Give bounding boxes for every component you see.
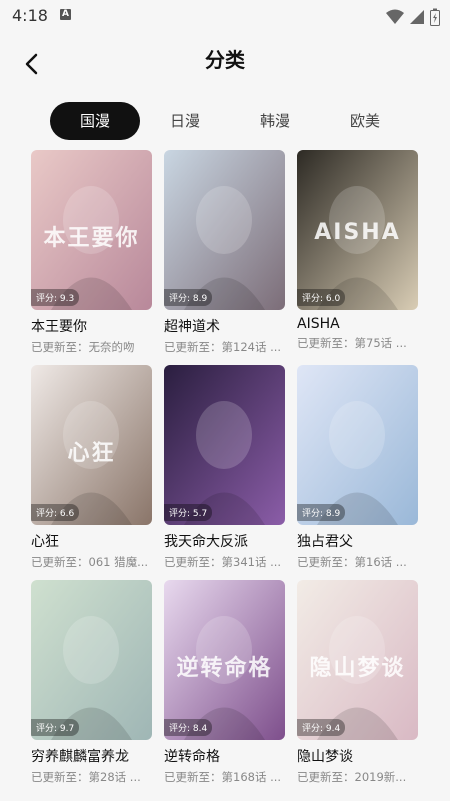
- cover-art: [164, 365, 285, 525]
- status-time: 4:18: [12, 6, 48, 25]
- comic-cover[interactable]: 评分: 8.9: [297, 365, 418, 525]
- comic-title[interactable]: 超神道术: [164, 316, 285, 336]
- cover-art: [31, 580, 152, 740]
- comic-title[interactable]: 隐山梦谈: [297, 746, 418, 766]
- comic-title[interactable]: 逆转命格: [164, 746, 285, 766]
- header: 分类: [0, 32, 450, 92]
- signal-icon: [409, 9, 424, 24]
- update-status: 已更新至：第28话 ...: [31, 770, 141, 784]
- tab-hanman[interactable]: 韩漫: [245, 102, 305, 140]
- rating-badge: 评分: 5.7: [164, 504, 213, 521]
- rating-badge: 评分: 6.0: [297, 289, 346, 306]
- comic-cover[interactable]: 逆转命格评分: 8.4: [164, 580, 285, 740]
- cover-title-text: 心狂: [67, 441, 116, 466]
- category-tabs: 国漫 日漫 韩漫 欧美: [0, 102, 450, 140]
- rating-badge: 评分: 6.6: [31, 504, 80, 521]
- comic-card[interactable]: 评分: 8.9 独占君父已更新至：第16话 ...: [297, 365, 418, 570]
- rating-badge: 评分: 9.4: [297, 719, 346, 736]
- update-status: 已更新至：第16话 ...: [297, 555, 407, 569]
- comic-cover[interactable]: 评分: 5.7: [164, 365, 285, 525]
- cover-art: [297, 365, 418, 525]
- wifi-icon: [385, 9, 404, 24]
- rating-badge: 评分: 8.9: [297, 504, 346, 521]
- comic-title[interactable]: 独占君父: [297, 531, 418, 551]
- cover-title-text: 逆转命格: [176, 656, 273, 681]
- cover-title-text: 本王要你: [43, 226, 140, 251]
- page-title: 分类: [205, 48, 245, 72]
- update-status: 已更新至：2019新...: [297, 770, 407, 784]
- comic-grid: 本王要你 评分: 9.3 本王要你 已更新至：无奈的吻 评分: 8.9 超神道术 已更新至：…: [0, 150, 450, 801]
- cover-title-text: 隐山梦谈: [309, 656, 406, 681]
- comic-title[interactable]: 心狂: [31, 531, 152, 551]
- tab-riman[interactable]: 日漫: [155, 102, 215, 140]
- comic-card[interactable]: AISHA 评分: 6.0 AISHA 已更新至：第75话 ...: [297, 150, 418, 351]
- update-status: 已更新至：第75话 ...: [297, 336, 407, 350]
- comic-cover[interactable]: 隐山梦谈评分: 9.4: [297, 580, 418, 740]
- comic-cover[interactable]: AISHA 评分: 6.0: [297, 150, 418, 310]
- comic-title[interactable]: 我天命大反派: [164, 531, 285, 551]
- status-icons: [385, 6, 440, 26]
- comic-card[interactable]: 本王要你 评分: 9.3 本王要你 已更新至：无奈的吻: [31, 150, 152, 355]
- comic-title[interactable]: AISHA: [297, 316, 418, 332]
- rating-badge: 评分: 9.7: [31, 719, 80, 736]
- rating-badge: 评分: 9.3: [31, 289, 80, 306]
- update-status: 已更新至：无奈的吻: [31, 340, 135, 354]
- rating-badge: 评分: 8.9: [164, 289, 213, 306]
- update-status: 已更新至：第168话 ...: [164, 770, 282, 784]
- update-status: 已更新至：第124话 ...: [164, 340, 282, 354]
- comic-card[interactable]: 心狂 评分: 6.6 心狂 已更新至：061 猎魔...: [31, 365, 152, 570]
- battery-icon: [430, 8, 440, 26]
- tab-oumei[interactable]: 欧美: [335, 102, 395, 140]
- status-bar: 4:18 A: [0, 0, 450, 32]
- update-status: 已更新至：061 猎魔...: [31, 555, 149, 569]
- comic-card[interactable]: 隐山梦谈 评分: 9.4 隐山梦谈 已更新至：2019新...: [297, 580, 418, 785]
- comic-title[interactable]: 穷养麒麟富养龙: [31, 746, 152, 766]
- rating-badge: 评分: 8.4: [164, 719, 213, 736]
- comic-cover[interactable]: 心狂评分: 6.6: [31, 365, 152, 525]
- comic-card[interactable]: 逆转命格 评分: 8.4 逆转命格 已更新至：第168话 ...: [164, 580, 285, 785]
- comic-title[interactable]: 本王要你: [31, 316, 152, 336]
- comic-cover[interactable]: 评分: 8.9: [164, 150, 285, 310]
- notification-a-icon: A: [60, 9, 71, 20]
- update-status: 已更新至：第341话 ...: [164, 555, 282, 569]
- comic-card[interactable]: 评分: 5.7 我天命大反派已更新至：第341话 ...: [164, 365, 285, 570]
- cover-title-text: AISHA: [314, 220, 401, 245]
- comic-cover[interactable]: 本王要你评分: 9.3: [31, 150, 152, 310]
- comic-card[interactable]: 评分: 8.9 超神道术已更新至：第124话 ...: [164, 150, 285, 355]
- cover-art: [164, 150, 285, 310]
- tab-guoman[interactable]: 国漫: [50, 102, 140, 140]
- comic-card[interactable]: 评分: 9.7 穷养麒麟富养龙已更新至：第28话 ...: [31, 580, 152, 785]
- comic-cover[interactable]: 评分: 9.7: [31, 580, 152, 740]
